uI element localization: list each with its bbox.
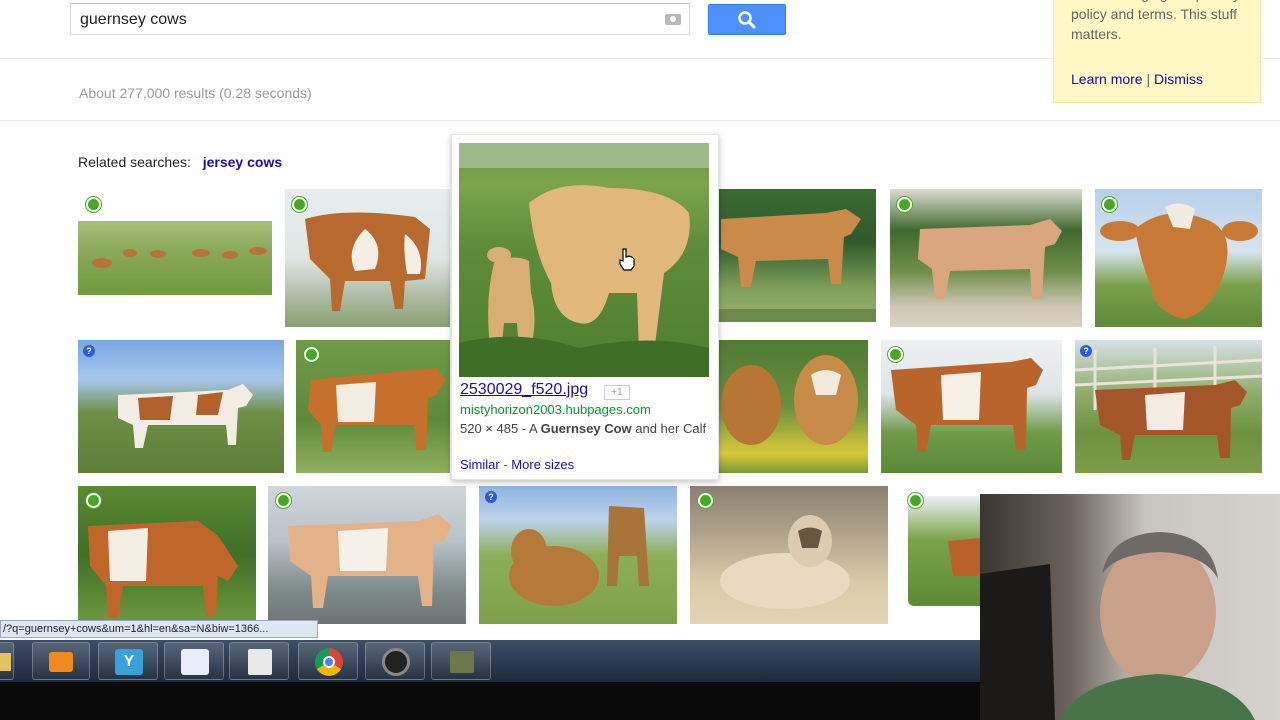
calf-hay-photo xyxy=(720,515,850,609)
image-result[interactable] xyxy=(78,340,284,473)
taskbar-video-button[interactable] xyxy=(431,642,491,680)
search-button[interactable] xyxy=(708,4,786,35)
privacy-notice: We're changing our privacy policy and te… xyxy=(1053,0,1261,103)
image-result[interactable] xyxy=(908,496,980,606)
result-badge-icon xyxy=(86,493,101,508)
result-badge-icon xyxy=(888,347,903,362)
image-result[interactable] xyxy=(881,340,1062,473)
taskbar-camera-button[interactable] xyxy=(365,642,425,680)
screen-bottom-bar xyxy=(0,682,980,720)
cow-side-photo xyxy=(305,212,430,311)
cow-fence-photo xyxy=(1075,346,1262,460)
cow-and-calf-photo xyxy=(459,143,709,377)
image-result[interactable] xyxy=(268,486,466,624)
cow-standing-photo xyxy=(716,209,876,322)
taskbar-organizer-button[interactable] xyxy=(164,642,224,680)
cows-heads-photo xyxy=(721,355,858,445)
taskbar-yahoo-button[interactable]: Y xyxy=(98,642,158,680)
image-preview-popup[interactable]: 2530029_f520.jpg +1 mistyhorizon2003.hub… xyxy=(451,134,719,480)
preview-filename-link[interactable]: 2530029_f520.jpg xyxy=(460,381,588,399)
toolbar-divider xyxy=(0,120,1280,121)
person-webcam-video xyxy=(980,532,1255,720)
result-info-icon: ? xyxy=(485,491,497,503)
results-stats: About 277,000 results (0.28 seconds) xyxy=(79,85,312,101)
result-badge-icon xyxy=(897,197,912,212)
image-result[interactable] xyxy=(296,340,450,473)
result-badge-icon xyxy=(276,493,291,508)
related-link-jersey-cows[interactable]: jersey cows xyxy=(203,154,282,170)
result-badge-icon xyxy=(908,493,923,508)
result-badge-icon xyxy=(292,197,307,212)
cow-closeup-photo xyxy=(1100,203,1258,319)
cow-partial-photo xyxy=(948,538,980,576)
preview-link-separator: - xyxy=(499,457,512,472)
preview-size: 520 × 485 - A xyxy=(460,421,541,436)
yahoo-icon: Y xyxy=(115,649,143,675)
plus-one-button[interactable]: +1 xyxy=(604,385,630,400)
chrome-icon xyxy=(315,648,343,676)
preview-description: 520 × 485 - A Guernsey Cow and her Calf xyxy=(460,420,710,437)
cow-grazing-photo-2 xyxy=(88,521,238,618)
webcam-icon xyxy=(382,648,410,676)
pdf-icon xyxy=(248,649,272,675)
similar-link[interactable]: Similar xyxy=(460,457,500,472)
preview-image[interactable] xyxy=(459,143,709,377)
privacy-links: Learn more | Dismiss xyxy=(1071,69,1203,89)
image-result[interactable] xyxy=(78,221,272,295)
cow-barn-photo xyxy=(891,358,1043,452)
privacy-text: We're changing our privacy policy and te… xyxy=(1071,0,1240,42)
preview-desc-bold: Guernsey Cow xyxy=(540,421,632,436)
cow-show-photo xyxy=(288,514,452,608)
image-result[interactable] xyxy=(285,189,450,327)
cow-display-photo xyxy=(918,219,1062,299)
magnifier-icon xyxy=(738,11,756,29)
status-bar-url: /?q=guernsey+cows&um=1&hl=en&sa=N&biw=13… xyxy=(0,620,318,638)
preview-domain: mistyhorizon2003.hubpages.com xyxy=(460,402,651,417)
image-result[interactable] xyxy=(716,340,868,473)
image-result[interactable] xyxy=(479,486,677,624)
preview-links: Similar - More sizes xyxy=(460,457,574,472)
cow-grazing-photo xyxy=(308,368,446,452)
image-result[interactable] xyxy=(690,486,888,624)
video-camera-icon xyxy=(450,651,474,673)
search-input[interactable]: guernsey cows xyxy=(70,3,690,35)
hand-cursor-icon xyxy=(619,248,635,271)
image-result[interactable] xyxy=(78,486,256,624)
search-query: guernsey cows xyxy=(80,11,187,28)
result-info-icon: ? xyxy=(1080,345,1092,357)
image-result[interactable] xyxy=(890,189,1082,327)
privacy-separator: | xyxy=(1146,71,1151,87)
windows-taskbar: Y xyxy=(0,640,980,682)
webcam-overlay xyxy=(980,494,1280,720)
taskbar-folder-button[interactable] xyxy=(0,642,14,680)
media-player-icon xyxy=(49,652,73,672)
taskbar-pdf-button[interactable] xyxy=(229,642,289,680)
more-sizes-link[interactable]: More sizes xyxy=(511,457,574,472)
result-badge-icon xyxy=(698,493,713,508)
image-result[interactable] xyxy=(1075,340,1262,473)
result-badge-icon xyxy=(86,197,101,212)
result-info-icon: ? xyxy=(83,345,95,357)
image-result[interactable] xyxy=(716,189,876,322)
two-cows-photo xyxy=(509,506,649,606)
image-result[interactable] xyxy=(1095,189,1262,327)
result-badge-icon xyxy=(304,347,319,362)
preview-desc-rest: and her Calf xyxy=(631,421,707,436)
taskbar-media-button[interactable] xyxy=(32,642,90,680)
taskbar-chrome-button[interactable] xyxy=(298,642,358,680)
organizer-icon xyxy=(181,649,209,675)
cow-field-photo xyxy=(118,384,253,448)
dismiss-link[interactable]: Dismiss xyxy=(1154,71,1203,87)
folder-icon xyxy=(0,653,11,671)
cows-herd-photo xyxy=(92,247,267,268)
related-label: Related searches: xyxy=(78,154,191,170)
learn-more-link[interactable]: Learn more xyxy=(1071,71,1143,87)
related-searches: Related searches: jersey cows xyxy=(78,154,282,170)
camera-icon[interactable] xyxy=(665,14,681,25)
result-badge-icon xyxy=(1102,197,1117,212)
